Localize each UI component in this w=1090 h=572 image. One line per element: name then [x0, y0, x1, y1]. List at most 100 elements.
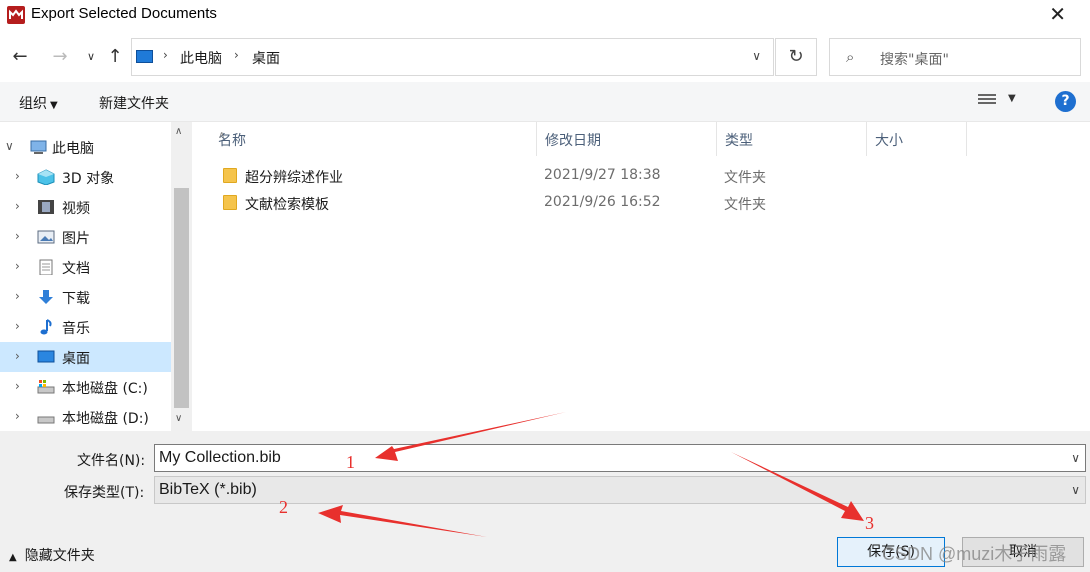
- sidebar-item-drive-c[interactable]: › 本地磁盘 (C:): [0, 372, 171, 402]
- music-note-icon: [37, 319, 55, 335]
- file-row[interactable]: 文献检索模板 2021/9/26 16:52 文件夹: [210, 191, 970, 218]
- title-bar: Export Selected Documents ✕: [0, 0, 1090, 30]
- folder-icon: [223, 168, 237, 183]
- chevron-right-icon[interactable]: ›: [15, 289, 20, 303]
- annotation-marker-3: 3: [865, 513, 874, 533]
- chevron-right-icon[interactable]: ›: [15, 379, 20, 393]
- file-row[interactable]: 超分辨综述作业 2021/9/27 18:38 文件夹: [210, 164, 970, 191]
- sidebar-item-label: 3D 对象: [62, 171, 115, 187]
- folder-icon: [223, 195, 237, 210]
- help-icon[interactable]: ?: [1055, 91, 1076, 112]
- refresh-icon: ↻: [788, 46, 804, 67]
- chevron-right-icon[interactable]: ›: [15, 409, 20, 423]
- column-header-date[interactable]: 修改日期: [537, 122, 717, 156]
- column-label: 大小: [875, 133, 903, 149]
- breadcrumb-desktop[interactable]: 桌面: [252, 48, 280, 68]
- annotation-marker-1: 1: [346, 452, 355, 472]
- organize-label: 组织: [19, 96, 47, 112]
- sidebar-item-label: 桌面: [62, 351, 90, 367]
- sidebar-item-label: 视频: [62, 201, 90, 217]
- sidebar-item-3d-objects[interactable]: › 3D 对象: [0, 162, 171, 192]
- scroll-up-icon[interactable]: ∧: [175, 126, 182, 137]
- column-label: 修改日期: [545, 133, 601, 149]
- chevron-down-icon[interactable]: ∨: [1071, 477, 1080, 503]
- filetype-select[interactable]: BibTeX (*.bib) ∨: [154, 476, 1086, 504]
- address-bar[interactable]: › 此电脑 › 桌面 ∨: [131, 38, 774, 76]
- chevron-right-icon[interactable]: ›: [234, 48, 239, 62]
- picture-icon: [37, 229, 55, 245]
- csdn-watermark: CSDN @muzi木子雨露: [882, 544, 1067, 564]
- navigation-bar: ← → ∨ ↑ › 此电脑 › 桌面 ∨ ↻ ⌕ 搜索"桌面": [0, 30, 1090, 82]
- forward-arrow-icon[interactable]: →: [49, 46, 71, 68]
- sidebar-item-pictures[interactable]: › 图片: [0, 222, 171, 252]
- caret-down-icon[interactable]: ▼: [1008, 93, 1016, 104]
- file-name: 超分辨综述作业: [245, 170, 343, 186]
- mendeley-app-icon: [7, 6, 25, 24]
- column-header-size[interactable]: 大小: [867, 122, 967, 156]
- annotation-marker-2: 2: [279, 497, 288, 517]
- download-icon: [37, 289, 55, 305]
- film-icon: [37, 199, 55, 215]
- cube-icon: [37, 169, 55, 186]
- file-type: 文件夹: [724, 197, 766, 213]
- chevron-down-icon[interactable]: ∨: [1071, 445, 1080, 471]
- navigation-pane: ∨ 此电脑 › 3D 对象 › 视频 › 图片 › 文档 › 下载 › 音乐 ›…: [0, 122, 192, 431]
- sidebar-item-downloads[interactable]: › 下载: [0, 282, 171, 312]
- drive-icon: [37, 409, 55, 425]
- close-icon[interactable]: ✕: [1049, 3, 1066, 25]
- sidebar-item-drive-d[interactable]: › 本地磁盘 (D:): [0, 402, 171, 431]
- chevron-down-icon[interactable]: ∨: [5, 139, 14, 153]
- sidebar-item-label: 图片: [62, 231, 90, 247]
- file-list: 名称 ∧ 修改日期 类型 大小 超分辨综述作业 2021/9/27 18:38 …: [192, 122, 1090, 431]
- computer-icon: [30, 139, 48, 155]
- filetype-value: BibTeX (*.bib): [159, 481, 257, 498]
- up-arrow-icon[interactable]: ↑: [104, 46, 126, 68]
- column-label: 类型: [725, 133, 753, 149]
- new-folder-button[interactable]: 新建文件夹: [99, 93, 169, 113]
- sidebar-item-videos[interactable]: › 视频: [0, 192, 171, 222]
- organize-menu-button[interactable]: 组织 ▼: [19, 93, 58, 113]
- caret-down-icon: ▼: [50, 100, 58, 111]
- recent-locations-chevron-icon[interactable]: ∨: [80, 46, 102, 68]
- chevron-down-icon[interactable]: ∨: [752, 49, 761, 63]
- scrollbar-thumb[interactable]: [174, 188, 189, 408]
- chevron-right-icon[interactable]: ›: [15, 319, 20, 333]
- caret-up-icon: ▲: [9, 552, 17, 563]
- filetype-label: 保存类型(T):: [64, 485, 145, 501]
- search-input[interactable]: ⌕ 搜索"桌面": [829, 38, 1081, 76]
- hide-folders-toggle[interactable]: ▲ 隐藏文件夹: [9, 545, 95, 565]
- column-header-name[interactable]: 名称 ∧: [210, 122, 537, 156]
- sidebar-item-music[interactable]: › 音乐: [0, 312, 171, 342]
- file-date: 2021/9/26 16:52: [544, 194, 661, 210]
- scroll-down-icon[interactable]: ∨: [175, 413, 182, 424]
- sidebar-item-desktop[interactable]: › 桌面: [0, 342, 171, 372]
- drive-icon: [37, 379, 55, 395]
- chevron-right-icon[interactable]: ›: [163, 48, 168, 62]
- sidebar-item-this-pc[interactable]: ∨ 此电脑: [0, 132, 171, 162]
- file-date: 2021/9/27 18:38: [544, 167, 661, 183]
- filename-field[interactable]: My Collection.bib ∨: [154, 444, 1086, 472]
- sidebar-item-documents[interactable]: › 文档: [0, 252, 171, 282]
- refresh-button[interactable]: ↻: [775, 38, 817, 76]
- sort-ascending-icon: ∧: [218, 130, 226, 141]
- view-options-icon[interactable]: [978, 94, 996, 108]
- chevron-right-icon[interactable]: ›: [15, 259, 20, 273]
- chevron-right-icon[interactable]: ›: [15, 349, 20, 363]
- document-icon: [37, 259, 55, 276]
- file-name: 文献检索模板: [245, 197, 329, 213]
- filename-value: My Collection.bib: [159, 449, 281, 466]
- column-header-type[interactable]: 类型: [717, 122, 867, 156]
- chevron-right-icon[interactable]: ›: [15, 169, 20, 183]
- search-icon: ⌕: [846, 48, 855, 66]
- file-type: 文件夹: [724, 170, 766, 186]
- search-placeholder: 搜索"桌面": [880, 52, 949, 68]
- chevron-right-icon[interactable]: ›: [15, 229, 20, 243]
- filename-label: 文件名(N):: [77, 453, 146, 469]
- sidebar-item-label: 本地磁盘 (C:): [62, 381, 148, 397]
- chevron-right-icon[interactable]: ›: [15, 199, 20, 213]
- window-title: Export Selected Documents: [31, 5, 217, 22]
- sidebar-item-label: 此电脑: [52, 141, 94, 157]
- back-arrow-icon[interactable]: ←: [9, 46, 31, 68]
- breadcrumb-this-pc[interactable]: 此电脑: [180, 48, 222, 68]
- sidebar-item-label: 下载: [62, 291, 90, 307]
